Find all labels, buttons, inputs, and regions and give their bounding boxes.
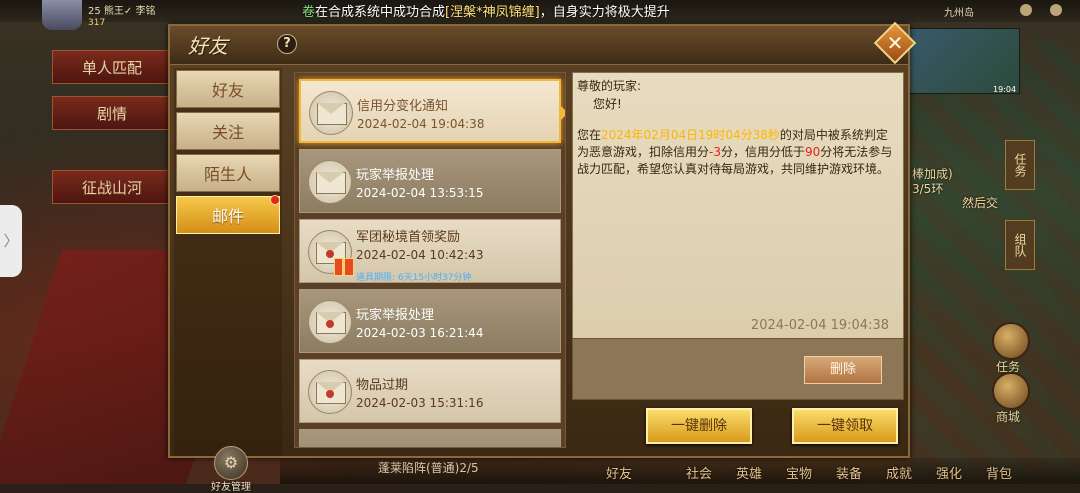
task-tab[interactable]: 任务 [1005, 140, 1035, 190]
sealed-envelope-icon [308, 300, 352, 344]
friend-manage-button[interactable]: ⚙ 好友管理 [208, 446, 254, 493]
envelope-icon [309, 91, 353, 135]
mail-item[interactable]: 信用分变化通知 2024-02-04 19:04:38 [299, 79, 565, 143]
shop-shortcut-label: 商城 [996, 410, 1021, 424]
task-hint-2: 3/5环 [912, 182, 944, 196]
friend-manage-icon: ⚙ [214, 446, 248, 480]
player-gold: 317 [88, 18, 106, 28]
minimap-time: 19:04 [993, 85, 1017, 94]
claim-all-button[interactable]: 一键领取 [792, 408, 898, 444]
mail-date: 2024-02-04 10:42:43 [356, 248, 484, 262]
side-expand-tab[interactable]: 〉 [0, 205, 22, 277]
bottom-menu-treasure[interactable]: 宝物 [786, 463, 812, 482]
notification-dot [270, 195, 280, 205]
task-shortcut-icon[interactable] [992, 322, 1030, 360]
broadcast-text-post: ，自身实力将极大提升 [539, 5, 670, 20]
mail-hello: 您好! [593, 97, 622, 111]
campaign-button[interactable]: 征战山河 [52, 170, 172, 204]
broadcast-text-pre: 在合成系统中成功合成 [315, 5, 446, 20]
mail-date: 2024-02-03 16:21:44 [356, 326, 484, 340]
mail-title: 物品过期 [356, 378, 409, 393]
bottom-menu-friends[interactable]: 好友 [606, 463, 632, 482]
selected-arrow-icon [560, 105, 565, 121]
settings-icon[interactable] [1020, 4, 1032, 16]
mail-body: 您在2024年02月04日19时04分38秒的对局中被系统判定为恶意游戏，扣除信… [577, 128, 893, 176]
bottom-menu-equipment[interactable]: 装备 [836, 463, 862, 482]
system-broadcast: 卷在合成系统中成功合成[涅槃*神凤锦缠]，自身实力将极大提升 [302, 1, 670, 21]
friend-panel: 好友 ? ✕ 好友 关注 陌生人 邮件 ⚙ 好友管理 信用分变化通知 2024-… [168, 21, 917, 493]
single-match-button[interactable]: 单人匹配 [52, 50, 172, 84]
mail-expire: 道具期限: 6天15小时37分钟 [356, 273, 472, 283]
bottom-menu-bag[interactable]: 背包 [986, 463, 1012, 482]
bottom-menu-achievement[interactable]: 成就 [886, 463, 912, 482]
mail-item-partial[interactable] [299, 429, 561, 447]
close-button[interactable]: ✕ [873, 21, 917, 65]
tab-mail[interactable]: 邮件 [176, 195, 280, 234]
mail-item[interactable]: 玩家举报处理 2024-02-04 13:53:15 [299, 149, 561, 213]
close-icon: ✕ [886, 31, 904, 55]
mail-title: 玩家举报处理 [356, 308, 435, 323]
mail-title: 军团秘境首领奖励 [356, 230, 461, 245]
mail-content-date: 2024-02-04 19:04:38 [750, 318, 889, 333]
scene-buildings [910, 40, 1080, 480]
bottom-menu-enhance[interactable]: 强化 [936, 463, 962, 482]
menu-icon[interactable] [1050, 4, 1062, 16]
broadcast-item-name: [涅槃*神凤锦缠] [445, 5, 540, 20]
gift-icon [334, 258, 354, 276]
mail-date: 2024-02-03 15:31:16 [356, 396, 484, 410]
tab-strangers[interactable]: 陌生人 [176, 154, 280, 192]
mail-title: 玩家举报处理 [356, 168, 435, 183]
bottom-menu-social[interactable]: 社会 [686, 463, 712, 482]
mail-list[interactable]: 信用分变化通知 2024-02-04 19:04:38 玩家举报处理 2024-… [294, 72, 566, 448]
panel-header: 好友 ? ✕ [170, 21, 917, 65]
mail-date: 2024-02-04 13:53:15 [356, 186, 484, 200]
plot-button[interactable]: 剧情 [52, 96, 172, 130]
shop-shortcut-icon[interactable] [992, 372, 1030, 410]
mail-match-time: 2024年02月04日19时04分38秒 [601, 128, 780, 142]
mail-title: 信用分变化通知 [357, 99, 449, 114]
tab-mail-label: 邮件 [211, 207, 244, 226]
tab-following[interactable]: 关注 [176, 112, 280, 150]
tab-friends[interactable]: 好友 [176, 70, 280, 108]
bottom-menu-hero[interactable]: 英雄 [736, 463, 762, 482]
panel-title: 好友 [188, 34, 228, 58]
delete-all-button[interactable]: 一键删除 [646, 408, 752, 444]
team-tab[interactable]: 组队 [1005, 220, 1035, 270]
player-level: 25 熊王✓ 李铭 [88, 6, 156, 17]
broadcast-tag: 卷 [302, 5, 316, 20]
mail-credit-threshold: 90 [805, 145, 821, 159]
mail-item[interactable]: 玩家举报处理 2024-02-03 16:21:44 [299, 289, 561, 353]
mail-item[interactable]: 军团秘境首领奖励 2024-02-04 10:42:43 道具期限: 6天15小… [299, 219, 561, 283]
player-avatar[interactable] [42, 0, 82, 30]
location-name: 九州岛 [944, 8, 974, 19]
help-button[interactable]: ? [277, 34, 297, 54]
friend-nav: 好友 关注 陌生人 邮件 ⚙ 好友管理 [174, 68, 282, 493]
dungeon-progress: 蓬莱陷阵(普通)2/5 [378, 461, 479, 475]
envelope-icon [308, 160, 352, 204]
delete-button[interactable]: 删除 [804, 356, 882, 384]
task-hint-3: 然后交 [962, 196, 999, 210]
sealed-envelope-icon [308, 370, 352, 414]
mail-date: 2024-02-04 19:04:38 [357, 117, 485, 131]
mail-credit-change: -3 [709, 145, 721, 159]
mail-greeting: 尊敬的玩家: [577, 79, 642, 93]
friend-manage-label: 好友管理 [211, 482, 251, 493]
mail-item[interactable]: 物品过期 2024-02-03 15:31:16 [299, 359, 561, 423]
